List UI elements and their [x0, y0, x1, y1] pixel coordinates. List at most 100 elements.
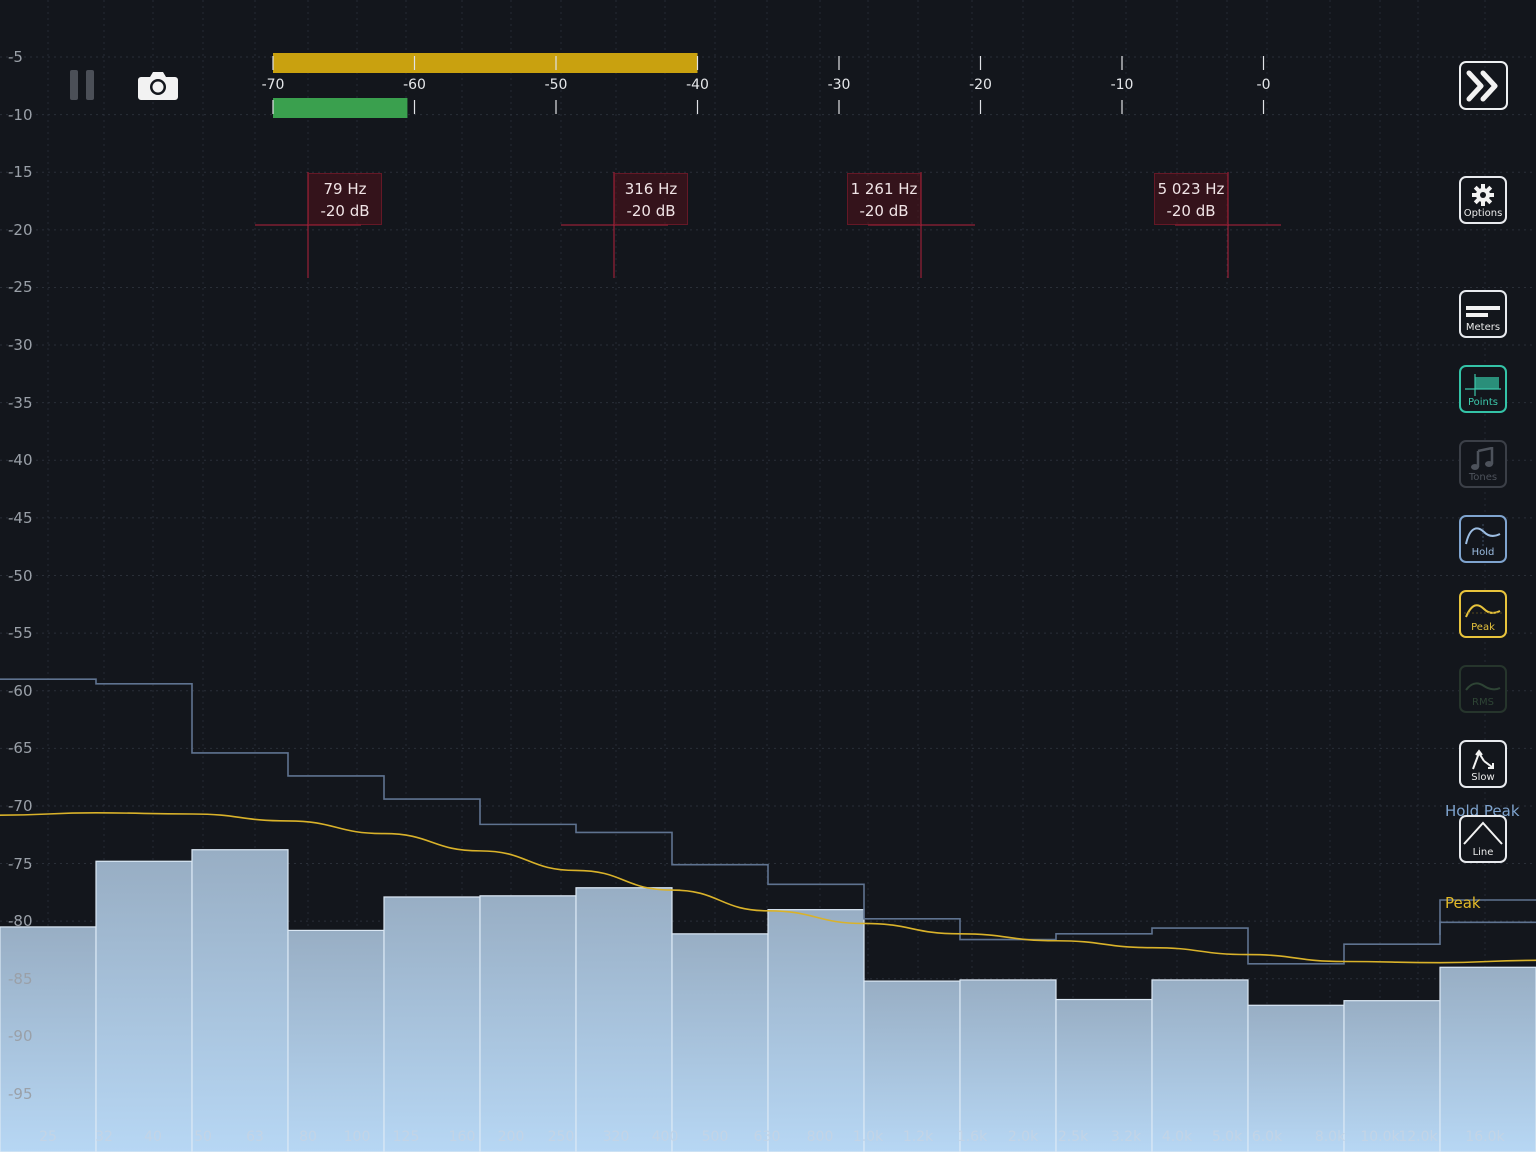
meter-scale-label: -30	[827, 77, 851, 93]
x-tick-label: 1.2k	[902, 1129, 934, 1145]
spectrum-bar	[959, 979, 1057, 1152]
x-tick-label: 25	[39, 1129, 57, 1145]
pause-button[interactable]	[68, 70, 98, 102]
x-tick-label: 40	[144, 1129, 162, 1145]
meter-scale-label: -50	[544, 77, 568, 93]
marker-crosshairs	[255, 172, 1281, 278]
marker-label-1[interactable]: 79 Hz -20 dB	[308, 173, 382, 225]
forward-button[interactable]	[1459, 61, 1508, 110]
x-tick-label: 2.0k	[1007, 1129, 1039, 1145]
x-tick-label: 200	[497, 1129, 525, 1145]
pause-icon	[68, 70, 98, 102]
marker-label-4[interactable]: 5 023 Hz -20 dB	[1154, 173, 1228, 225]
marker-freq: 1 261 Hz	[850, 180, 918, 198]
peak-level-bar	[273, 53, 698, 73]
peak-label: Peak	[1471, 622, 1495, 633]
gear-icon	[1472, 184, 1494, 206]
y-tick-label: -20	[8, 220, 33, 239]
rms-level-bar	[273, 98, 408, 118]
slow-label: Slow	[1471, 772, 1495, 783]
tones-label: Tones	[1468, 472, 1498, 483]
y-tick-label: -15	[8, 163, 33, 182]
spectrum-bar	[287, 929, 385, 1152]
spectrum-bar	[575, 887, 673, 1152]
x-tick-label: 400	[651, 1129, 679, 1145]
x-tick-label: 6.0k	[1251, 1129, 1283, 1145]
x-tick-label: 1.0k	[852, 1129, 884, 1145]
x-tick-label: 2.5k	[1057, 1129, 1089, 1145]
hold-label: Hold	[1471, 547, 1495, 558]
points-button[interactable]: Points	[1459, 365, 1507, 413]
spectrum-bar	[191, 849, 289, 1152]
y-tick-label: -25	[8, 278, 33, 297]
x-tick-label: 12.0k	[1398, 1129, 1438, 1145]
rms-button[interactable]: RMS	[1459, 665, 1507, 713]
peak-button[interactable]: Peak	[1459, 590, 1507, 638]
y-tick-label: -50	[8, 566, 33, 585]
screenshot-button[interactable]	[137, 68, 179, 104]
rms-curve-icon	[1465, 682, 1501, 691]
line-peak-icon	[1463, 821, 1503, 845]
marker-label-3[interactable]: 1 261 Hz -20 dB	[847, 173, 921, 225]
marker-freq: 79 Hz	[323, 180, 367, 198]
meters-label: Meters	[1465, 322, 1501, 333]
analyzer-stage: -5 -10 -15 -20 -25 -30 -35 -40 -45 -50 -55 -60 -65 -7…	[0, 0, 1536, 1152]
marker-level: -20 dB	[320, 202, 370, 220]
slow-button[interactable]: Slow	[1459, 740, 1507, 788]
camera-icon	[138, 72, 178, 100]
spectrum-bar	[1151, 979, 1249, 1152]
line-label: Line	[1472, 847, 1494, 858]
y-tick-label: -80	[8, 912, 33, 931]
marker-level: -20 dB	[859, 202, 909, 220]
hold-button[interactable]: Hold	[1459, 515, 1507, 563]
meter-scale-label: -10	[1110, 77, 1134, 93]
meter-scale-label: -70	[261, 77, 285, 93]
peak-curve-icon	[1464, 604, 1502, 618]
spectrum-plot[interactable]	[0, 0, 1536, 1152]
marker-level: -20 dB	[626, 202, 676, 220]
y-tick-label: -90	[8, 1027, 33, 1046]
x-tick-label: 100	[343, 1129, 371, 1145]
x-tick-label: 32	[95, 1129, 113, 1145]
x-tick-label: 250	[547, 1129, 575, 1145]
y-tick-label: -85	[8, 969, 33, 988]
x-tick-label: 63	[246, 1129, 264, 1145]
meters-icon	[1466, 306, 1500, 317]
hold-curve-icon	[1465, 524, 1501, 546]
meter-scale-label: -40	[686, 77, 709, 93]
x-tick-label: 320	[602, 1129, 630, 1145]
x-tick-label: 50	[194, 1129, 212, 1145]
marker-freq: 316 Hz	[624, 180, 678, 198]
y-tick-label: -5	[8, 48, 23, 66]
double-chevron-right-icon	[1466, 70, 1497, 101]
music-note-icon	[1471, 447, 1494, 470]
x-tick-label: 125	[392, 1129, 420, 1145]
meters-button[interactable]: Meters	[1459, 290, 1507, 338]
marker-level: -20 dB	[1166, 202, 1216, 220]
spectrum-bar	[383, 896, 481, 1152]
tones-button[interactable]: Tones	[1459, 440, 1507, 488]
options-button[interactable]: Options	[1459, 176, 1507, 224]
meter-scale-label: -60	[403, 77, 426, 93]
line-button[interactable]: Line	[1459, 815, 1507, 863]
meter-scale-label: -20	[969, 77, 992, 93]
x-tick-label: 3.2k	[1110, 1129, 1142, 1145]
x-tick-label: 5.0k	[1211, 1129, 1243, 1145]
meter-scale-label: -0	[1256, 77, 1271, 93]
x-tick-label: 10.0k	[1360, 1129, 1400, 1145]
x-tick-label: 1.6k	[956, 1129, 988, 1145]
x-tick-label: 800	[806, 1129, 834, 1145]
marker-label-2[interactable]: 316 Hz -20 dB	[614, 173, 688, 225]
x-tick-label: 8.0k	[1314, 1129, 1346, 1145]
x-tick-label: 16.0k	[1465, 1129, 1505, 1145]
x-tick-label: 500	[701, 1129, 729, 1145]
spectrum-bar	[671, 933, 769, 1152]
y-tick-label: -60	[8, 681, 33, 700]
marker-freq: 5 023 Hz	[1157, 180, 1225, 198]
y-tick-label: -35	[8, 393, 33, 412]
spectrum-bar	[95, 860, 193, 1152]
y-tick-label: -75	[8, 854, 33, 873]
x-tick-label: 160	[448, 1129, 476, 1145]
x-tick-label: 80	[299, 1129, 317, 1145]
x-tick-label: 4.0k	[1161, 1129, 1193, 1145]
